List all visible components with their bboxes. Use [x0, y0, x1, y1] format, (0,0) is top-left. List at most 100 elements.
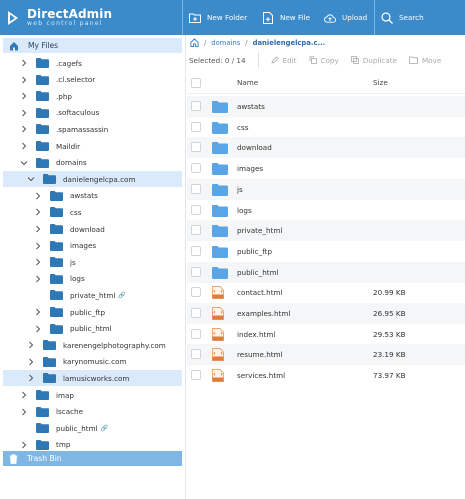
- edit-button[interactable]: Edit: [271, 56, 297, 65]
- table-row[interactable]: images: [187, 158, 465, 179]
- tree-item--softaculous[interactable]: .softaculous: [0, 105, 99, 121]
- file-name[interactable]: resume.html: [237, 344, 283, 365]
- home-icon[interactable]: [190, 38, 199, 47]
- chevron-right-icon[interactable]: [20, 109, 28, 117]
- row-checkbox[interactable]: [191, 163, 201, 174]
- upload-button[interactable]: Upload: [318, 0, 374, 35]
- chevron-right-icon[interactable]: [34, 208, 42, 216]
- table-row[interactable]: js: [187, 178, 465, 200]
- chevron-right-icon[interactable]: [34, 242, 42, 250]
- new-file-button[interactable]: New File: [256, 0, 318, 35]
- tree-item--cagefs[interactable]: .cagefs: [0, 55, 82, 71]
- new-folder-button[interactable]: New Folder: [183, 0, 256, 35]
- table-row[interactable]: examples.html 26.95 KB: [187, 303, 465, 324]
- row-checkbox[interactable]: [191, 225, 201, 236]
- chevron-right-icon[interactable]: [20, 408, 28, 416]
- table-row[interactable]: public_ftp: [187, 241, 465, 262]
- table-row[interactable]: download: [187, 137, 465, 159]
- row-checkbox[interactable]: [191, 370, 201, 381]
- row-checkbox[interactable]: [191, 245, 201, 256]
- row-checkbox[interactable]: [191, 204, 201, 215]
- tree-item-public-ftp[interactable]: public_ftp: [0, 304, 105, 320]
- chevron-right-icon[interactable]: [20, 92, 28, 100]
- table-row[interactable]: services.html 73.97 KB: [187, 365, 465, 386]
- table-row[interactable]: css: [187, 117, 465, 138]
- tree-item-lscache[interactable]: lscache: [0, 404, 83, 420]
- chevron-right-icon[interactable]: [34, 192, 42, 200]
- my-files-root[interactable]: My Files: [3, 38, 182, 53]
- tree-item--php[interactable]: .php: [0, 88, 72, 104]
- row-checkbox[interactable]: [191, 287, 201, 298]
- file-name[interactable]: awstats: [237, 96, 265, 117]
- file-name[interactable]: css: [237, 117, 248, 138]
- row-checkbox[interactable]: [191, 308, 201, 318]
- table-row[interactable]: index.html 29.53 KB: [187, 324, 465, 345]
- file-name[interactable]: public_ftp: [237, 241, 272, 262]
- duplicate-button[interactable]: Duplicate: [350, 56, 397, 65]
- file-name[interactable]: public_html: [237, 262, 279, 283]
- chevron-down-icon[interactable]: [20, 159, 28, 167]
- row-checkbox[interactable]: [191, 121, 201, 132]
- tree-item-logs[interactable]: logs: [0, 271, 85, 287]
- size-column-header[interactable]: Size: [373, 78, 388, 87]
- tree-item--cl-selector[interactable]: .cl.selector: [0, 72, 95, 88]
- table-row[interactable]: logs: [187, 200, 465, 221]
- row-checkbox[interactable]: [191, 328, 201, 339]
- name-column-header[interactable]: Name: [237, 78, 258, 87]
- file-name[interactable]: contact.html: [237, 282, 283, 303]
- tree-item-download[interactable]: download: [0, 221, 105, 237]
- table-row[interactable]: private_html: [187, 220, 465, 242]
- tree-item-karynomusic-com[interactable]: karynomusic.com: [0, 354, 127, 370]
- chevron-right-icon[interactable]: [27, 341, 35, 349]
- file-name[interactable]: index.html: [237, 324, 275, 345]
- chevron-right-icon[interactable]: [20, 391, 28, 399]
- breadcrumb-domains[interactable]: domains: [211, 39, 240, 47]
- chevron-right-icon[interactable]: [27, 358, 35, 366]
- tree-item-public-html[interactable]: public_html 🔗: [0, 420, 108, 436]
- chevron-right-icon[interactable]: [34, 275, 42, 283]
- file-name[interactable]: js: [237, 179, 243, 200]
- tree-item-js[interactable]: js: [0, 254, 76, 270]
- row-checkbox[interactable]: [191, 142, 201, 153]
- file-name[interactable]: private_html: [237, 220, 282, 241]
- move-button[interactable]: Move: [409, 56, 441, 65]
- row-checkbox[interactable]: [191, 266, 201, 277]
- search-button[interactable]: Search: [375, 0, 435, 35]
- chevron-right-icon[interactable]: [20, 142, 28, 150]
- directadmin-logo[interactable]: DirectAdmin web control panel: [0, 0, 182, 35]
- chevron-right-icon[interactable]: [34, 325, 42, 333]
- tree-item-imap[interactable]: imap: [0, 387, 74, 403]
- tree-item-lamusicworks-com[interactable]: lamusicworks.com: [3, 370, 182, 387]
- table-row[interactable]: resume.html 23.19 KB: [187, 344, 465, 366]
- chevron-right-icon[interactable]: [34, 225, 42, 233]
- tree-item-css[interactable]: css: [0, 204, 81, 220]
- chevron-right-icon[interactable]: [27, 374, 35, 382]
- trash-bin[interactable]: Trash Bin: [3, 451, 182, 466]
- file-name[interactable]: services.html: [237, 365, 285, 386]
- row-checkbox[interactable]: [191, 349, 201, 360]
- row-checkbox[interactable]: [191, 183, 201, 194]
- chevron-right-icon[interactable]: [20, 59, 28, 67]
- tree-item--spamassassin[interactable]: .spamassassin: [0, 121, 108, 137]
- tree-item-karenengelphotography-com[interactable]: karenengelphotography.com: [0, 337, 166, 353]
- table-row[interactable]: contact.html 20.99 KB: [187, 282, 465, 303]
- row-checkbox[interactable]: [191, 101, 201, 111]
- chevron-right-icon[interactable]: [34, 308, 42, 316]
- chevron-right-icon[interactable]: [20, 76, 28, 84]
- tree-item-private-html[interactable]: private_html 🔗: [0, 287, 126, 303]
- copy-button[interactable]: Copy: [309, 56, 339, 65]
- breadcrumb-current[interactable]: danielengelcpa.c...: [253, 39, 326, 47]
- chevron-right-icon[interactable]: [34, 258, 42, 266]
- tree-item-danielengelcpa-com[interactable]: danielengelcpa.com: [3, 171, 182, 188]
- table-row[interactable]: public_html: [187, 261, 465, 283]
- select-all-checkbox[interactable]: [191, 78, 201, 88]
- file-name[interactable]: download: [237, 137, 272, 158]
- chevron-right-icon[interactable]: [20, 441, 28, 449]
- tree-item-images[interactable]: images: [0, 238, 96, 254]
- tree-item-public-html[interactable]: public_html: [0, 321, 112, 337]
- file-name[interactable]: images: [237, 158, 263, 179]
- file-name[interactable]: examples.html: [237, 303, 290, 324]
- tree-item-awstats[interactable]: awstats: [0, 188, 98, 204]
- tree-item-maildir[interactable]: Maildir: [0, 138, 80, 154]
- file-name[interactable]: logs: [237, 200, 252, 221]
